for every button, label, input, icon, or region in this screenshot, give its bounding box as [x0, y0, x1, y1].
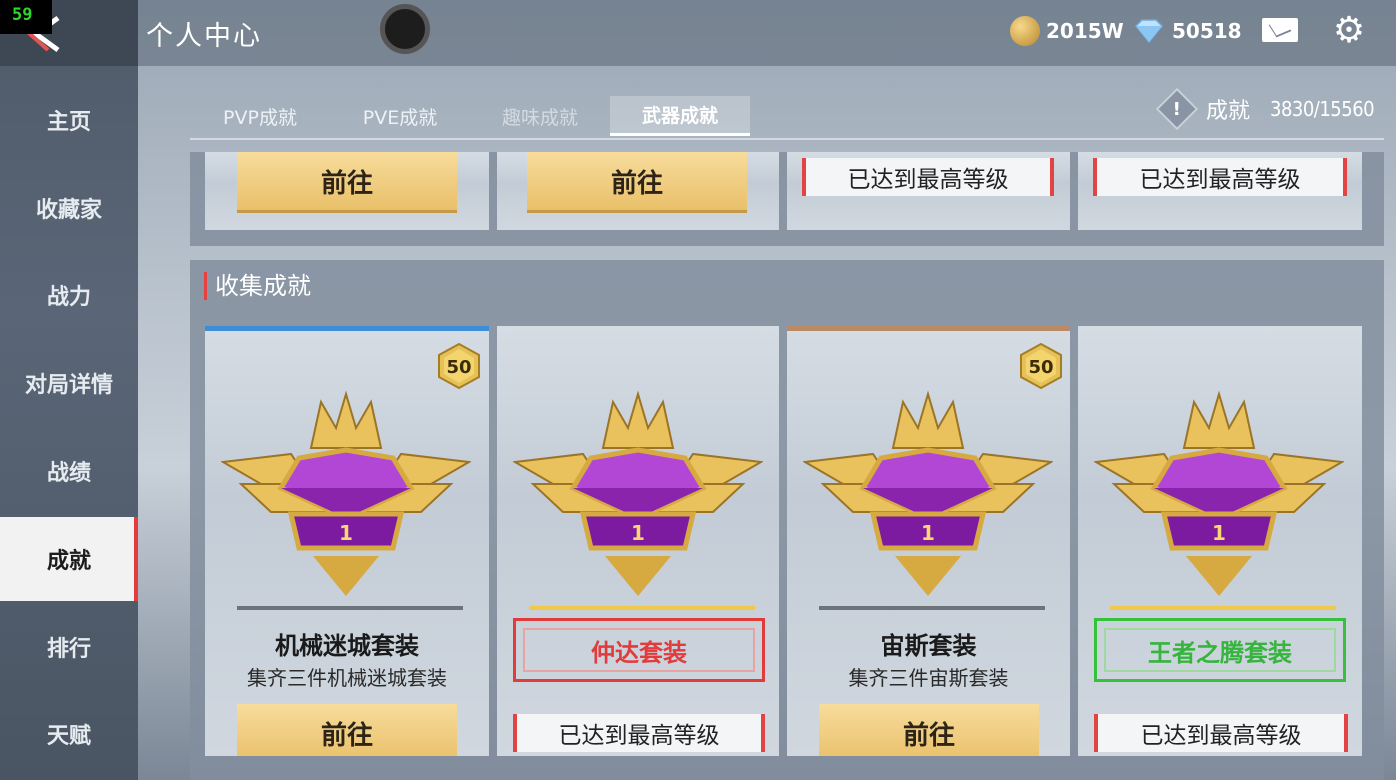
- svg-text:1: 1: [1212, 521, 1226, 545]
- card-name: 宙斯套装: [880, 632, 977, 660]
- svg-text:1: 1: [339, 521, 353, 545]
- coin-amount: 2015W: [1046, 19, 1124, 43]
- sidebar-item-ranking[interactable]: 排行: [0, 605, 138, 689]
- sidebar-item-talent[interactable]: 天赋: [0, 692, 138, 776]
- max-level-button: 已达到最高等级: [1094, 714, 1348, 752]
- page-title: 个人中心: [146, 21, 262, 52]
- warning-icon: !: [1155, 87, 1199, 131]
- max-level-button: 已达到最高等级: [802, 158, 1054, 196]
- section-title: 收集成就: [204, 272, 311, 300]
- goto-button[interactable]: 前往: [819, 704, 1039, 756]
- card-divider: [1110, 606, 1336, 610]
- top-card-4: 已达到最高等级: [1078, 152, 1362, 230]
- sidebar-item-power[interactable]: 战力: [0, 253, 138, 337]
- achievement-value: 3830/15560: [1270, 97, 1375, 121]
- sidebar-item-collector[interactable]: 收藏家: [0, 166, 138, 250]
- card-name-highlighted: 仲达套装: [513, 618, 765, 682]
- sidebar-item-home[interactable]: 主页: [0, 78, 138, 162]
- fps-counter: 59: [0, 0, 52, 34]
- card-divider: [237, 606, 463, 610]
- gear-icon[interactable]: ⚙: [1330, 12, 1368, 50]
- gem-balance[interactable]: 50518: [1132, 16, 1242, 46]
- top-card-1: 前往: [205, 152, 489, 230]
- top-card-2: 前往: [497, 152, 779, 230]
- max-level-button: 已达到最高等级: [1093, 158, 1347, 196]
- crown-emblem-icon: 1: [221, 390, 471, 596]
- crown-emblem-icon: 1: [803, 390, 1053, 596]
- tab-divider: [190, 138, 1384, 140]
- card-divider: [819, 606, 1045, 610]
- achievement-card[interactable]: 1 仲达套装 已达到最高等级: [497, 326, 779, 756]
- achievement-card[interactable]: 50 1 机械迷城套装 集齐三件机械迷城套装 前往: [205, 326, 489, 756]
- sidebar: 主页 收藏家 战力 对局详情 战绩 成就 排行 天赋: [0, 0, 138, 780]
- sidebar-item-match-details[interactable]: 对局详情: [0, 341, 138, 425]
- level-badge: 50: [438, 342, 480, 390]
- tab-pve[interactable]: PVE成就: [330, 96, 470, 136]
- tab-fun[interactable]: 趣味成就: [470, 96, 610, 136]
- svg-text:50: 50: [446, 357, 471, 378]
- card-top-stripe: [205, 326, 489, 331]
- achievement-summary[interactable]: ! 成就 3830/15560: [1155, 87, 1375, 131]
- card-top-stripe: [787, 326, 1070, 331]
- max-level-button: 已达到最高等级: [513, 714, 765, 752]
- goto-button[interactable]: 前往: [237, 152, 457, 210]
- coin-icon: [1010, 16, 1040, 46]
- gem-icon: [1134, 19, 1164, 44]
- svg-text:50: 50: [1028, 357, 1053, 378]
- coin-balance[interactable]: 2015W: [1010, 16, 1124, 46]
- sidebar-item-record[interactable]: 战绩: [0, 429, 138, 513]
- sidebar-item-achievements[interactable]: 成就: [0, 517, 138, 601]
- mail-icon[interactable]: [1262, 18, 1298, 42]
- card-divider: [529, 606, 755, 610]
- goto-button[interactable]: 前往: [237, 704, 457, 756]
- card-name-highlighted: 王者之腾套装: [1094, 618, 1346, 682]
- card-name: 机械迷城套装: [275, 632, 419, 660]
- achievement-card[interactable]: 50 1 宙斯套装 集齐三件宙斯套装 前往: [787, 326, 1070, 756]
- tab-pvp[interactable]: PVP成就: [190, 96, 330, 136]
- tab-bar: PVP成就 PVE成就 趣味成就 武器成就: [190, 96, 750, 140]
- achievement-card[interactable]: 1 王者之腾套装 已达到最高等级: [1078, 326, 1362, 756]
- camera-cutout: [380, 4, 430, 54]
- svg-text:1: 1: [631, 521, 645, 545]
- level-badge: 50: [1020, 342, 1062, 390]
- svg-text:1: 1: [921, 521, 935, 545]
- crown-emblem-icon: 1: [1094, 390, 1344, 596]
- card-description: 集齐三件机械迷城套装: [247, 666, 447, 690]
- card-description: 集齐三件宙斯套装: [848, 666, 1009, 690]
- crown-emblem-icon: 1: [513, 390, 763, 596]
- top-card-3: 已达到最高等级: [787, 152, 1070, 230]
- gem-amount: 50518: [1172, 19, 1242, 43]
- tab-weapon[interactable]: 武器成就: [610, 96, 750, 136]
- achievement-label: 成就: [1206, 99, 1251, 124]
- goto-button[interactable]: 前往: [527, 152, 747, 210]
